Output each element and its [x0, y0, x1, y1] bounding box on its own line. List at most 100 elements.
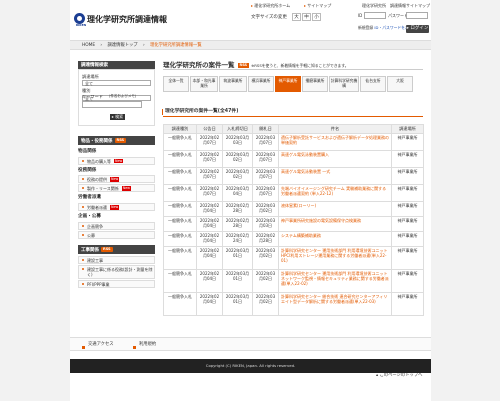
- footer-link-terms[interactable]: 利用規約: [133, 342, 156, 347]
- cell-deadline: 2022年03月02日: [222, 150, 253, 168]
- footer-link-access[interactable]: 交通アクセス: [82, 342, 114, 347]
- page-top-link[interactable]: ▴ このページのトップへ: [376, 373, 422, 378]
- tab-5[interactable]: 播磨事業所: [302, 76, 328, 92]
- col-header-location: 調達場所: [391, 124, 424, 134]
- cell-subject[interactable]: 計算科学研究センター 運用技術部門 利用環境技術ユニットHPCI利用ストレージ運…: [278, 246, 392, 270]
- keyword-input[interactable]: [82, 101, 142, 108]
- sidebar-item-goods-purchase[interactable]: 物品の購入等 New: [78, 156, 155, 165]
- id-input[interactable]: [364, 12, 386, 19]
- sidebar-item-service[interactable]: 役務の提供 New: [78, 175, 155, 184]
- goods-services-bar[interactable]: 物品・役務関係 RSS: [78, 136, 155, 145]
- sidebar-item-lease[interactable]: 製作・リース関係 New: [78, 184, 155, 193]
- category-label: 種別: [82, 88, 91, 94]
- breadcrumb-procurement-top[interactable]: 調達情報トップ: [108, 43, 138, 48]
- new-badge: New: [121, 186, 132, 191]
- cell-notice-date: 2022年02月04日: [196, 246, 223, 270]
- search-button[interactable]: ▸ 検索: [110, 114, 125, 120]
- cell-subject[interactable]: 計算科学研究センター 運用技術部門 利用環境技術ユニット ネットワーク監視・情報…: [278, 269, 392, 293]
- location-select[interactable]: 全て: [82, 80, 151, 87]
- tab-6[interactable]: 計算科学研究機構: [329, 76, 359, 92]
- sidebar-item-labor[interactable]: 労働者派遣 New: [78, 203, 155, 212]
- cell-deadline: 2022年03月01日: [222, 246, 253, 270]
- cell-deadline: 2022年02月28日: [222, 216, 253, 232]
- cell-subject[interactable]: 高速ゲル電気泳動装置 一式: [278, 167, 392, 185]
- cell-opening-date: 2022年03月02日: [252, 246, 279, 270]
- tab-1[interactable]: 本部・和光事業所: [190, 76, 218, 92]
- header: RIKEN 理化学研究所調達情報 ▸ 理化学研究所ホーム ▸ サイトマップ 理化…: [70, 0, 431, 40]
- works-section: 建設工事 建設工事に係る役務(設計・測量を除く) PFI/PPP事業: [78, 255, 155, 288]
- tab-0[interactable]: 全体一覧: [163, 76, 189, 92]
- cell-deadline: 2022年03月03日: [222, 133, 253, 151]
- cell-location: 神戸事業所: [391, 269, 424, 293]
- keyword-note: (件名およびメモ): [109, 94, 137, 98]
- sidebar-item-public-offering[interactable]: 公募: [78, 230, 155, 239]
- cell-notice-date: 2022年02月04日: [196, 201, 223, 217]
- table-row: 一般競争入札 2022年02月04日 2022年03月01日 2022年03月02日計…: [163, 246, 424, 270]
- cell-notice-date: 2022年02月07日: [196, 184, 223, 202]
- sitemap-link[interactable]: ▸ サイトマップ: [304, 3, 331, 8]
- login-button[interactable]: ▸ ログイン: [406, 25, 429, 33]
- cell-notice-date: 2022年02月04日: [196, 231, 223, 247]
- cell-subject[interactable]: 計算科学研究センター 総合技術 連合研究センターアフィリエイト型データ解析に関す…: [278, 292, 392, 316]
- breadcrumb: HOME › 調達情報トップ › 理化学研究所調達情報一覧: [70, 40, 431, 50]
- register-link[interactable]: 新規登録: [358, 25, 373, 30]
- cell-subject[interactable]: 神戸事業所研究施設の電気設備保守点検業務: [278, 216, 392, 232]
- cell-type: 一般競争入札: [163, 216, 197, 232]
- cell-notice-date: 2022年02月04日: [196, 216, 223, 232]
- riken-home-link[interactable]: ▸ 理化学研究所ホーム: [251, 3, 290, 8]
- keyword-label: キーワード: [82, 94, 103, 99]
- login-row: ID パスワード: [358, 12, 429, 20]
- tab-3[interactable]: 横浜事業所: [248, 76, 274, 92]
- font-size-small-button[interactable]: 小: [312, 13, 321, 21]
- cell-subject[interactable]: 先端バイオイメージング研究チーム 実験補助業務に関する労働者派遣契約 (単入22…: [278, 184, 392, 202]
- sidebar-item-construction-services[interactable]: 建設工事に係る役務(設計・測量を除く): [78, 264, 155, 279]
- cell-subject[interactable]: 遺伝子解析受託サービスおよび遺伝子解析データ処理業務の単価契約: [278, 133, 392, 151]
- results-table: 調達種別 公告日 入札締切日 開札日 件名 調達場所 一般競争入札 2022年02…: [163, 124, 424, 316]
- works-bar[interactable]: 工事関係 RSS: [78, 244, 155, 254]
- table-row: 一般競争入札 2022年02月04日 2022年03月01日 2022年03月02日計…: [163, 292, 424, 316]
- cell-deadline: 2022年02月28日: [222, 201, 253, 217]
- works-rss-icon[interactable]: RSS: [101, 246, 113, 252]
- sidebar-item-competition[interactable]: 企画競争: [78, 221, 155, 230]
- table-row: 一般競争入札 2022年02月04日 2022年02月24日 2022年02月28日シ…: [163, 231, 424, 247]
- cell-location: 神戸事業所: [391, 150, 424, 168]
- table-header-row: 調達種別 公告日 入札締切日 開札日 件名 調達場所: [163, 124, 424, 134]
- cell-notice-date: 2022年02月04日: [196, 269, 223, 293]
- cell-opening-date: 2022年03月07日: [252, 150, 279, 168]
- font-size-large-button[interactable]: 大: [292, 13, 301, 21]
- tab-7[interactable]: 仙台支所: [360, 76, 386, 92]
- new-badge: New: [110, 205, 120, 210]
- cell-subject[interactable]: 液体窒素(ローリー): [278, 201, 392, 217]
- cell-subject[interactable]: 高速ゲル電気泳動装置購入: [278, 150, 392, 168]
- site-title[interactable]: 理化学研究所調達情報: [87, 15, 167, 25]
- cell-location: 神戸事業所: [391, 201, 424, 217]
- search-box-title: 調達情報検索: [78, 61, 155, 69]
- cell-location: 神戸事業所: [391, 167, 424, 185]
- password-label: パスワード: [388, 13, 408, 18]
- breadcrumb-current: 理化学研究所調達情報一覧: [150, 43, 202, 48]
- goods-rss-icon[interactable]: RSS: [114, 138, 127, 143]
- cell-deadline: 2022年03月02日: [222, 167, 253, 185]
- cell-type: 一般競争入札: [163, 269, 197, 293]
- cell-location: 神戸事業所: [391, 246, 424, 270]
- tab-2[interactable]: 筑波事業所: [219, 76, 247, 92]
- cell-type: 一般競争入札: [163, 292, 197, 316]
- sidebar-item-pfi[interactable]: PFI/PPP事業: [78, 279, 155, 288]
- table-row: 一般競争入札 2022年02月04日 2022年02月28日 2022年03月02日液…: [163, 201, 424, 217]
- breadcrumb-home[interactable]: HOME: [82, 43, 95, 48]
- tab-8[interactable]: 大阪: [387, 76, 413, 92]
- rss-icon[interactable]: RSS: [237, 63, 250, 68]
- sidebar-item-construction[interactable]: 建設工事: [78, 255, 155, 264]
- password-input[interactable]: [406, 12, 428, 19]
- cell-opening-date: 2022年03月07日: [252, 167, 279, 185]
- cell-notice-date: 2022年02月07日: [196, 150, 223, 168]
- table-row: 一般競争入札 2022年02月04日 2022年03月01日 2022年03月02日計…: [163, 269, 424, 293]
- cell-subject[interactable]: システム構築補助業務: [278, 231, 392, 247]
- tab-4[interactable]: 神戸事業所: [275, 76, 301, 92]
- cell-deadline: 2022年02月24日: [222, 231, 253, 247]
- cell-opening-date: 2022年03月02日: [252, 292, 279, 316]
- cell-type: 一般競争入札: [163, 201, 197, 217]
- cell-opening-date: 2022年03月03日: [252, 216, 279, 232]
- page-frame: RIKEN 理化学研究所調達情報 ▸ 理化学研究所ホーム ▸ サイトマップ 理化…: [70, 0, 431, 401]
- font-size-medium-button[interactable]: 中: [302, 13, 311, 21]
